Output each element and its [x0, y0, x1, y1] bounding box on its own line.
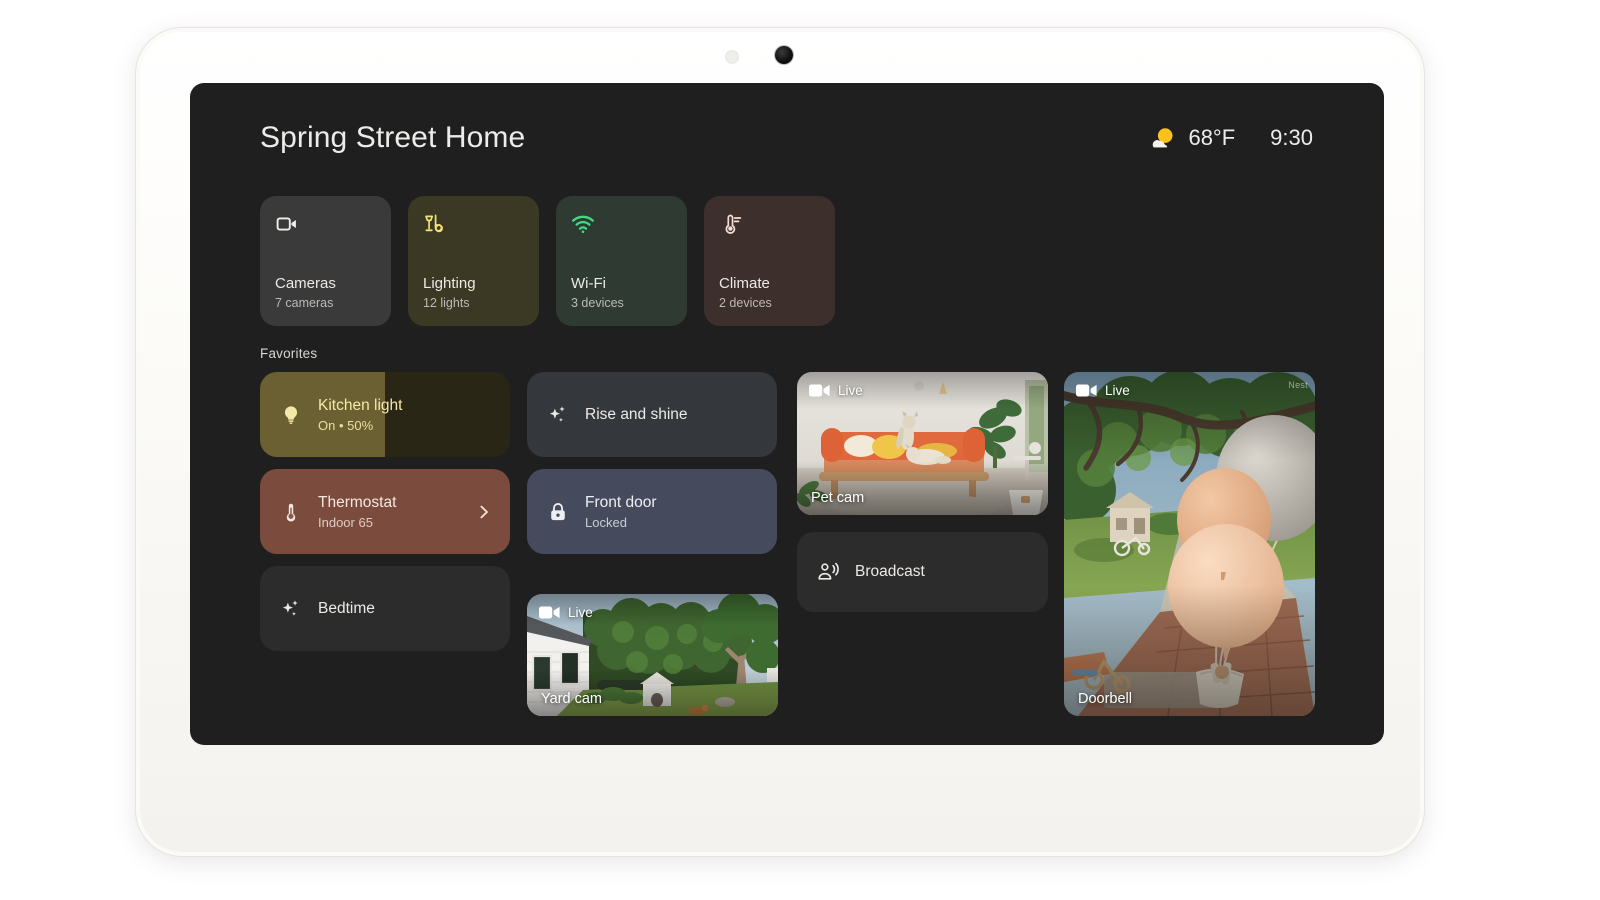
lock-closed-icon [551, 502, 565, 520]
live-badge: Live [539, 605, 593, 620]
sun-behind-cloud-icon [1153, 128, 1173, 148]
category-tile-wifi[interactable]: Wi-Fi 3 devices [556, 196, 687, 326]
favorite-title: Front door [585, 494, 657, 512]
category-label: Wi-Fi [571, 275, 606, 292]
video-camera-icon [539, 606, 560, 619]
favorite-card-front-door[interactable]: Front door Locked [527, 469, 777, 554]
camera-caption: Pet cam [811, 490, 865, 506]
live-label: Live [1105, 383, 1130, 398]
favorite-card-text: Rise and shine [585, 405, 688, 424]
favorite-card-text: Bedtime [318, 599, 375, 618]
clock: 9:30 [1270, 125, 1313, 150]
favorite-card-text: Thermostat Indoor 65 [318, 493, 396, 529]
thermometer-icon [725, 214, 742, 234]
wifi-icon [572, 215, 594, 233]
weather-widget[interactable]: 68°F [1151, 125, 1235, 151]
lightbulb-icon [284, 405, 298, 424]
favorite-card-broadcast[interactable]: Broadcast [797, 532, 1048, 612]
category-label: Lighting [423, 275, 476, 292]
camera-caption: Doorbell [1078, 691, 1132, 707]
favorite-card-bedtime[interactable]: Bedtime [260, 566, 510, 651]
camera-tile-pet-cam[interactable]: Live Pet cam [797, 372, 1048, 515]
favorite-subtitle: Indoor 65 [318, 514, 373, 530]
category-sublabel: 7 cameras [275, 296, 334, 310]
category-tile-row: Cameras 7 cameras Lighting 12 lights Wi-… [260, 196, 835, 326]
lamps-icon [425, 214, 443, 233]
weather-temperature: 68°F [1188, 125, 1236, 150]
screenshot-stage: Spring Street Home 68°F 9:30 Cameras 7 c… [0, 0, 1600, 900]
live-label: Live [568, 605, 593, 620]
favorites-section-label: Favorites [260, 346, 318, 361]
favorite-subtitle: Locked [585, 514, 627, 530]
category-tile-lighting[interactable]: Lighting 12 lights [408, 196, 539, 326]
favorite-title: Broadcast [855, 563, 925, 581]
favorite-card-rise-and-shine[interactable]: Rise and shine [527, 372, 777, 457]
sparkles-icon [282, 599, 298, 616]
status-cluster: 68°F 9:30 [1151, 125, 1313, 151]
video-camera-icon [809, 384, 830, 397]
chevron-right-icon[interactable] [476, 504, 492, 520]
favorites-grid: Kitchen light On • 50% Thermostat Indoor… [260, 372, 1320, 722]
video-camera-icon [276, 217, 296, 231]
front-camera-icon [775, 46, 793, 64]
favorite-card-text: Kitchen light On • 50% [318, 396, 402, 432]
favorite-card-thermostat[interactable]: Thermostat Indoor 65 [260, 469, 510, 554]
category-tile-climate[interactable]: Climate 2 devices [704, 196, 835, 326]
favorite-subtitle: On • 50% [318, 417, 374, 433]
broadcast-person-icon [818, 562, 839, 580]
tablet-screen: Spring Street Home 68°F 9:30 Cameras 7 c… [190, 83, 1384, 745]
category-label: Cameras [275, 275, 336, 292]
sparkles-icon [549, 405, 565, 422]
favorite-card-text: Front door Locked [585, 493, 657, 529]
favorite-card-text: Broadcast [855, 562, 925, 581]
nest-watermark: Nest [1288, 380, 1308, 390]
camera-overlay-gradient [1064, 372, 1315, 716]
page-title: Spring Street Home [260, 121, 526, 154]
favorite-card-kitchen-light[interactable]: Kitchen light On • 50% [260, 372, 510, 457]
favorite-title: Thermostat [318, 494, 397, 512]
camera-tile-yard-cam[interactable]: Live Yard cam [527, 594, 778, 716]
favorite-title: Kitchen light [318, 397, 403, 415]
category-sublabel: 3 devices [571, 296, 624, 310]
category-label: Climate [719, 275, 770, 292]
video-camera-icon [1076, 384, 1097, 397]
category-tile-cameras[interactable]: Cameras 7 cameras [260, 196, 391, 326]
live-badge: Live [1076, 383, 1130, 398]
ambient-sensor-icon [725, 50, 739, 64]
live-badge: Live [809, 383, 863, 398]
tablet-device: Spring Street Home 68°F 9:30 Cameras 7 c… [136, 28, 1424, 856]
live-label: Live [838, 383, 863, 398]
app-header: Spring Street Home 68°F 9:30 [190, 83, 1384, 193]
favorite-title: Rise and shine [585, 405, 688, 423]
category-sublabel: 2 devices [719, 296, 772, 310]
thermostat-icon [286, 503, 296, 522]
favorite-title: Bedtime [318, 599, 375, 617]
camera-caption: Yard cam [541, 691, 602, 707]
category-sublabel: 12 lights [423, 296, 470, 310]
camera-tile-doorbell[interactable]: Nest Live Doorbell [1064, 372, 1315, 716]
